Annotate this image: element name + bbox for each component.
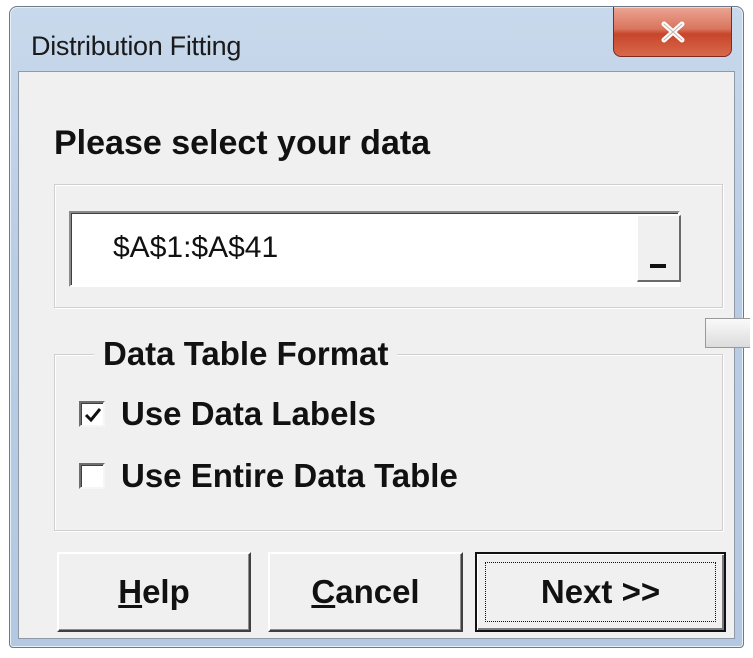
range-group: $A$1:$A$41: [54, 184, 723, 308]
edge-handle: [705, 318, 750, 348]
window-title: Distribution Fitting: [31, 31, 242, 61]
checkmark-icon: [84, 408, 102, 423]
next-button[interactable]: Next >>: [475, 552, 726, 632]
help-mnemonic: H: [118, 573, 143, 610]
data-table-format-legend: Data Table Format: [94, 335, 398, 373]
use-data-labels-option[interactable]: Use Data Labels: [79, 394, 376, 434]
help-button[interactable]: Help: [57, 552, 251, 632]
close-button[interactable]: [613, 7, 732, 57]
use-entire-data-table-label: Use Entire Data Table: [121, 457, 458, 494]
select-data-heading: Please select your data: [54, 124, 431, 162]
range-picker-button[interactable]: [637, 215, 681, 282]
use-data-labels-checkbox[interactable]: [79, 401, 105, 427]
dialog-body: Please select your data $A$1:$A$41 Data …: [18, 71, 735, 639]
collapse-icon: [650, 264, 666, 268]
cancel-label-rest: ancel: [335, 573, 420, 610]
cancel-button[interactable]: Cancel: [268, 552, 463, 632]
dialog-window: Distribution Fitting Please select your …: [9, 6, 744, 648]
use-entire-data-table-checkbox[interactable]: [79, 463, 105, 489]
help-label-rest: elp: [142, 573, 190, 610]
range-value: $A$1:$A$41: [113, 231, 279, 264]
data-table-format-group: [54, 354, 723, 531]
close-icon: [661, 21, 684, 42]
use-entire-data-table-option[interactable]: Use Entire Data Table: [79, 456, 458, 496]
cancel-mnemonic: C: [311, 573, 336, 610]
range-input[interactable]: $A$1:$A$41: [69, 211, 681, 287]
use-data-labels-label: Use Data Labels: [121, 395, 376, 432]
focus-rectangle: [485, 562, 716, 622]
